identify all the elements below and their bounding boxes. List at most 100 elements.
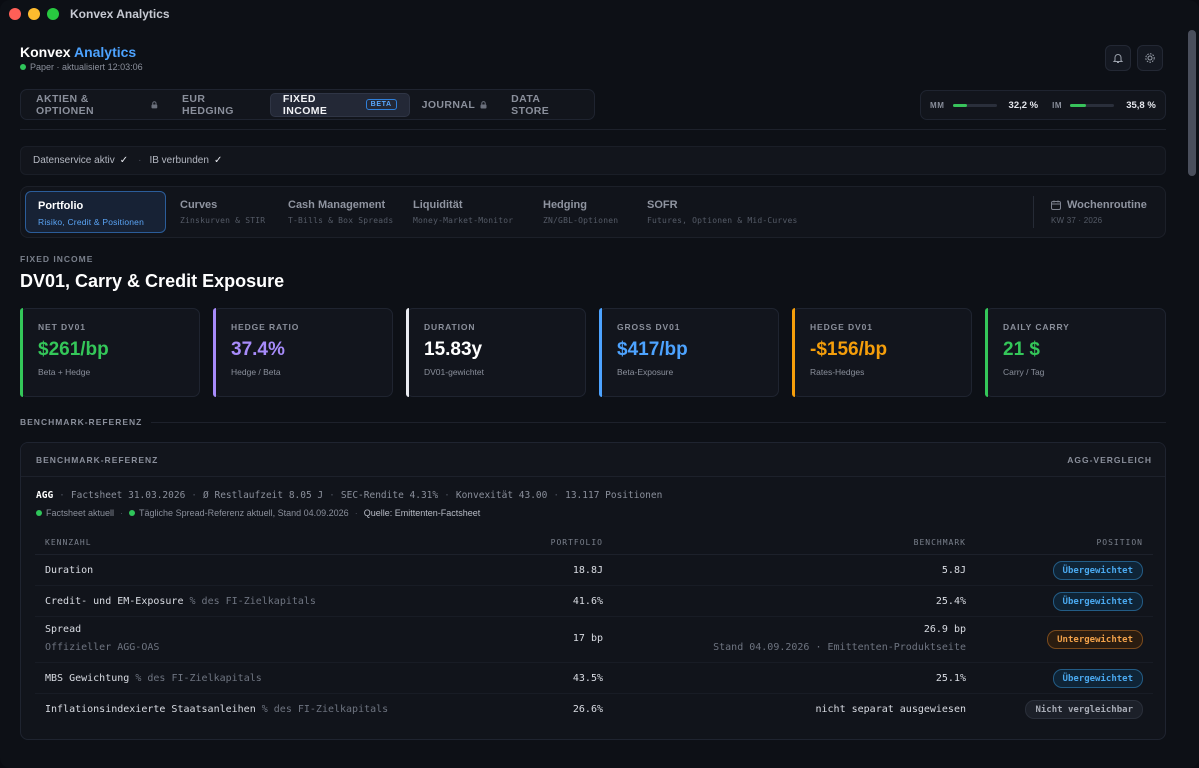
row-name: Credit- und EM-Exposure: [45, 596, 184, 607]
subnav-title: Portfolio: [38, 200, 84, 212]
page-title: DV01, Carry & Credit Exposure: [20, 271, 285, 291]
row-benchmark: 25.1%: [935, 673, 966, 684]
subnav-subtitle: Futures, Optionen & Mid-Curves: [647, 216, 798, 225]
tab-journal[interactable]: JOURNAL: [410, 93, 500, 117]
table-row: MBS Gewichtung % des FI-Zielkapitals 43.…: [35, 663, 1153, 694]
position-badge: Übergewichtet: [1052, 669, 1143, 688]
kpi-label: HEDGE DV01: [810, 322, 873, 332]
row-name: Duration: [45, 565, 94, 576]
kpi-sub: Carry / Tag: [1003, 367, 1045, 377]
kpi-value: $261/bp: [38, 339, 109, 360]
benchmark-facts: AGG · Factsheet 31.03.2026 · Ø Restlaufzeit …: [36, 490, 663, 501]
status-factsheet: Factsheet aktuell: [46, 508, 115, 518]
subnav-curves[interactable]: Curves Zinskurven & STIR: [168, 191, 277, 233]
kpi-card-net-dv01: NET DV01 $261/bp Beta + Hedge: [20, 308, 200, 397]
kpi-accent-bar: [599, 308, 602, 397]
benchmark-table: KENNZAHL PORTFOLIO BENCHMARK POSITION Du…: [35, 529, 1153, 725]
row-note: % des FI-Zielkapitals: [135, 673, 262, 684]
mm-bar: [952, 103, 997, 107]
panel-header: BENCHMARK-REFERENZ AGG-VERGLEICH: [21, 443, 1165, 477]
table-row: Inflationsindexierte Staatsanleihen % de…: [35, 694, 1153, 725]
connection-status: Paper · aktualisiert 12:03:06: [20, 62, 143, 72]
row-benchmark-sub: Stand 04.09.2026 · Emittenten-Produktsei…: [713, 642, 966, 653]
minimize-window-button[interactable]: [28, 8, 40, 20]
app-window: Konvex Analytics Konvex Analytics Paper …: [0, 0, 1199, 768]
fact-positionen: 13.117 Positionen: [565, 490, 663, 501]
tab-label: JOURNAL: [421, 98, 476, 111]
row-name: Spread: [45, 624, 82, 635]
row-sub: Offizieller AGG-OAS: [45, 642, 160, 653]
subnav-subtitle: Zinskurven & STIR: [180, 216, 266, 225]
kpi-label: GROSS DV01: [617, 322, 681, 332]
panel-subtitle: AGG-VERGLEICH: [1067, 455, 1152, 465]
kpi-label: NET DV01: [38, 322, 86, 332]
status-datenservice: Datenservice aktiv ✓: [33, 155, 128, 166]
vertical-scrollbar[interactable]: [1188, 30, 1196, 176]
subnav-title: SOFR: [647, 199, 678, 211]
subnav-liquiditaet[interactable]: Liquidität Money-Market-Monitor: [401, 191, 525, 233]
row-benchmark: 26.9 bp: [923, 624, 966, 635]
fact-factsheet: Factsheet 31.03.2026: [70, 490, 186, 501]
row-portfolio: 17 bp: [572, 633, 603, 644]
row-portfolio: 43.5%: [572, 673, 603, 684]
status-mode: Paper: [30, 62, 55, 72]
kpi-label: HEDGE RATIO: [231, 322, 300, 332]
subnav-divider: [1033, 196, 1034, 228]
kpi-accent-bar: [213, 308, 216, 397]
settings-button[interactable]: [1137, 45, 1163, 71]
kpi-label: DURATION: [424, 322, 476, 332]
brand-name: Konvex: [20, 44, 71, 60]
meter-value-mm: 32,2 %: [1008, 99, 1039, 111]
kpi-value: 21 $: [1003, 339, 1040, 360]
margin-meters: MM 32,2 % IM 35,8 %: [920, 90, 1166, 120]
kpi-accent-bar: [985, 308, 988, 397]
tab-aktien-optionen[interactable]: AKTIEN & OPTIONEN: [24, 93, 170, 117]
row-name: MBS Gewichtung: [45, 673, 130, 684]
notifications-button[interactable]: [1105, 45, 1131, 71]
check-icon: ✓: [119, 155, 129, 166]
tab-label: DATA STORE: [511, 92, 550, 117]
kpi-card-hedge-ratio: HEDGE RATIO 37.4% Hedge / Beta: [213, 308, 393, 397]
main-content: Konvex Analytics Paper · aktualisiert 12…: [20, 28, 1166, 768]
subnav-portfolio[interactable]: Portfolio Risiko, Credit & Positionen: [25, 191, 166, 233]
service-status-bar: Datenservice aktiv ✓ · IB verbunden ✓: [20, 146, 1166, 175]
fact-sec-rendite: SEC-Rendite 4.31%: [340, 490, 439, 501]
section-line: [151, 422, 1166, 423]
bell-icon: [1112, 54, 1124, 63]
separator: ·: [138, 155, 142, 166]
status-spread: Tägliche Spread-Referenz aktuell, Stand …: [139, 508, 349, 518]
tab-data-store[interactable]: DATA STORE: [499, 93, 591, 117]
meter-label-im: IM: [1052, 100, 1063, 110]
im-bar: [1070, 103, 1115, 107]
status-dot-icon: [129, 510, 136, 516]
section-label: BENCHMARK-REFERENZ: [20, 417, 143, 427]
tab-label: EUR HEDGING: [181, 92, 234, 117]
zoom-window-button[interactable]: [47, 8, 59, 20]
status-label: Datenservice aktiv: [33, 155, 115, 166]
status-ib: IB verbunden ✓: [149, 155, 222, 166]
status-label: IB verbunden: [149, 155, 209, 166]
col-portfolio: PORTFOLIO: [550, 538, 603, 547]
subnav-wochenroutine[interactable]: Wochenroutine KW 37 · 2026: [1039, 191, 1159, 233]
beta-badge: BETA: [365, 99, 397, 110]
fixed-income-subnav: Portfolio Risiko, Credit & Positionen Cu…: [20, 186, 1166, 238]
kpi-accent-bar: [792, 308, 795, 397]
subnav-title: Wochenroutine: [1067, 199, 1147, 211]
kpi-value: 37.4%: [231, 339, 285, 360]
kpi-value: -$156/bp: [810, 339, 888, 360]
kpi-sub: Beta-Exposure: [617, 367, 674, 377]
kpi-value: $417/bp: [617, 339, 688, 360]
tab-fixed-income[interactable]: FIXED INCOME BETA: [269, 92, 410, 117]
close-window-button[interactable]: [9, 8, 21, 20]
title-bar: Konvex Analytics: [0, 0, 1199, 28]
subnav-cash-management[interactable]: Cash Management T-Bills & Box Spreads: [276, 191, 405, 233]
row-name-group: MBS Gewichtung % des FI-Zielkapitals: [45, 673, 262, 684]
subnav-sofr[interactable]: SOFR Futures, Optionen & Mid-Curves: [635, 191, 810, 233]
kpi-card-duration: DURATION 15.83y DV01-gewichtet: [406, 308, 586, 397]
tab-eur-hedging[interactable]: EUR HEDGING: [170, 93, 270, 117]
page-eyebrow: FIXED INCOME: [20, 254, 94, 264]
status-updated: · aktualisiert 12:03:06: [56, 62, 143, 72]
col-position: POSITION: [1096, 538, 1143, 547]
subnav-hedging[interactable]: Hedging ZN/GBL-Optionen: [531, 191, 630, 233]
kpi-value: 15.83y: [424, 339, 483, 360]
